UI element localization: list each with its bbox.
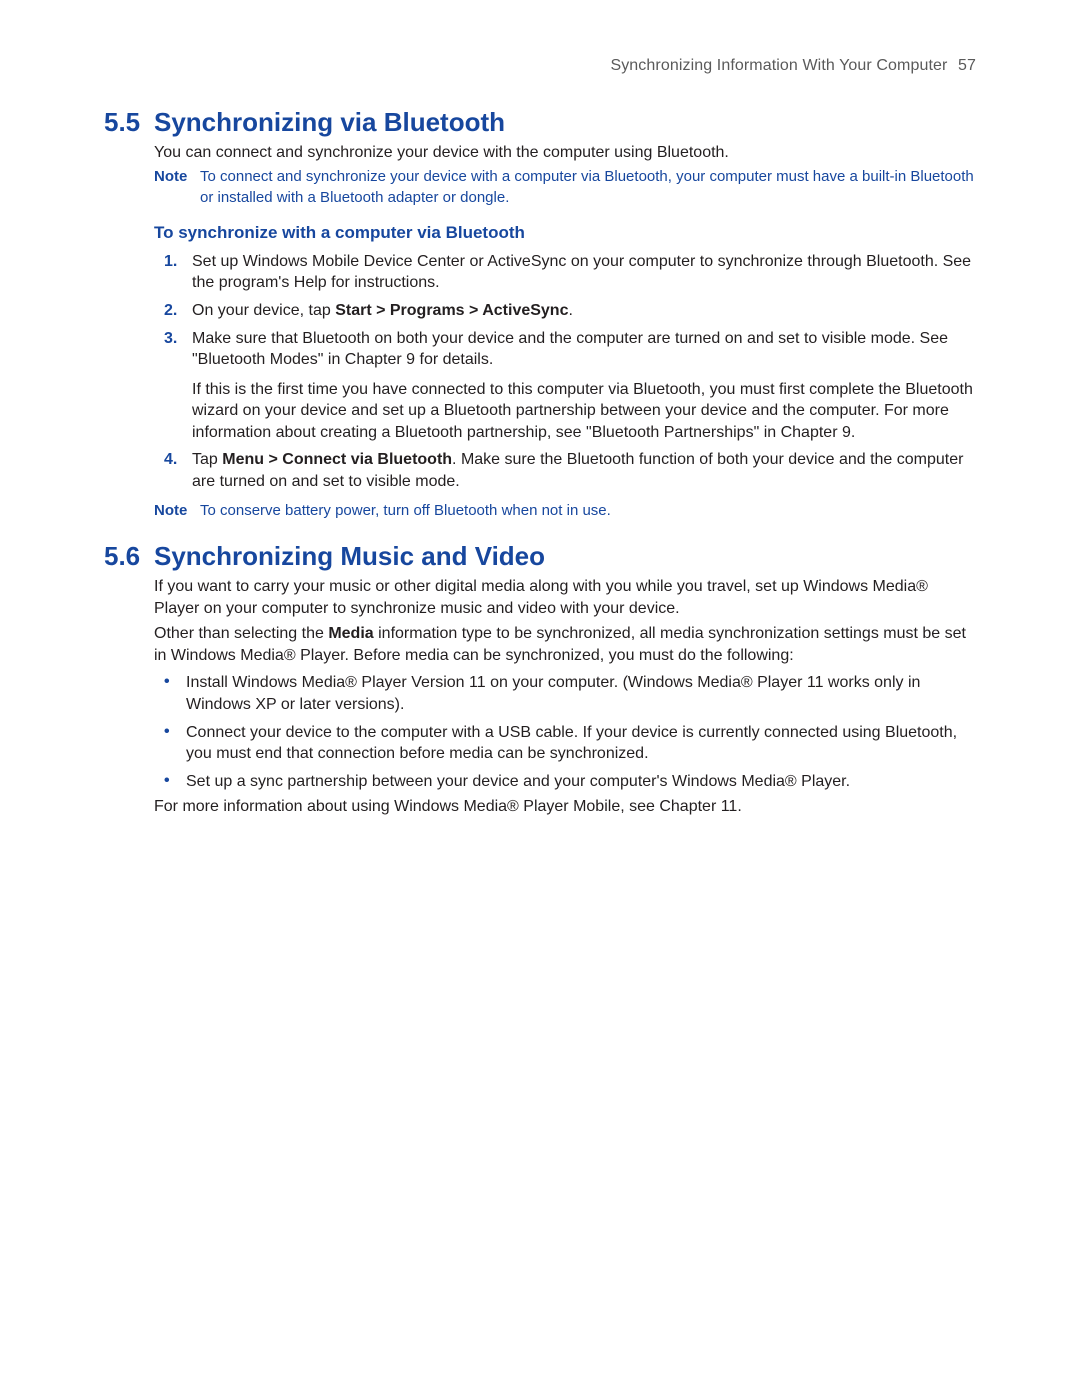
section-5-5: 5.5 Synchronizing via Bluetooth You can … — [104, 105, 976, 521]
bullet-text: Connect your device to the computer with… — [186, 722, 976, 765]
section-heading: 5.6 Synchronizing Music and Video — [104, 539, 976, 574]
bullet-icon: • — [154, 722, 186, 741]
note-label: Note — [154, 501, 200, 521]
step-number: 4. — [154, 449, 192, 471]
section-number: 5.5 — [104, 105, 154, 140]
step-3: 3. Make sure that Bluetooth on both your… — [154, 328, 976, 444]
step-text-post: . — [568, 302, 572, 319]
step-text-bold: Menu > Connect via Bluetooth — [222, 451, 452, 468]
page-number: 57 — [958, 57, 976, 74]
step-2: 2. On your device, tap Start > Programs … — [154, 300, 976, 322]
section-heading: 5.5 Synchronizing via Bluetooth — [104, 105, 976, 140]
note-block: Note To conserve battery power, turn off… — [154, 501, 976, 521]
step-text-bold: Start > Programs > ActiveSync — [335, 302, 568, 319]
step-text: Set up Windows Mobile Device Center or A… — [192, 251, 976, 294]
step-text-pre: On your device, tap — [192, 302, 335, 319]
section-body: You can connect and synchronize your dev… — [154, 142, 976, 521]
step-1: 1. Set up Windows Mobile Device Center o… — [154, 251, 976, 294]
step-number: 2. — [154, 300, 192, 322]
paragraph: Other than selecting the Media informati… — [154, 623, 976, 666]
note-label: Note — [154, 167, 200, 187]
intro-paragraph: You can connect and synchronize your dev… — [154, 142, 976, 164]
bullet-item: • Install Windows Media® Player Version … — [154, 672, 976, 715]
running-header: Synchronizing Information With Your Comp… — [104, 55, 976, 77]
section-title: Synchronizing Music and Video — [154, 539, 545, 574]
section-5-6: 5.6 Synchronizing Music and Video If you… — [104, 539, 976, 818]
bullet-icon: • — [154, 771, 186, 790]
paragraph-pre: Other than selecting the — [154, 625, 328, 642]
step-text-pre: Tap — [192, 451, 222, 468]
step-continuation: If this is the first time you have conne… — [192, 379, 976, 444]
bullet-text: Install Windows Media® Player Version 11… — [186, 672, 976, 715]
note-text: To connect and synchronize your device w… — [200, 167, 976, 208]
document-page: Synchronizing Information With Your Comp… — [0, 0, 1080, 1397]
step-text: Make sure that Bluetooth on both your de… — [192, 328, 976, 444]
bullet-text: Set up a sync partnership between your d… — [186, 771, 976, 793]
procedure-steps: 1. Set up Windows Mobile Device Center o… — [154, 251, 976, 493]
note-text: To conserve battery power, turn off Blue… — [200, 501, 976, 521]
bullet-list: • Install Windows Media® Player Version … — [154, 672, 976, 792]
paragraph: If you want to carry your music or other… — [154, 576, 976, 619]
step-text-main: Make sure that Bluetooth on both your de… — [192, 330, 948, 369]
section-title: Synchronizing via Bluetooth — [154, 105, 505, 140]
step-number: 3. — [154, 328, 192, 350]
section-number: 5.6 — [104, 539, 154, 574]
bullet-item: • Connect your device to the computer wi… — [154, 722, 976, 765]
step-number: 1. — [154, 251, 192, 273]
step-4: 4. Tap Menu > Connect via Bluetooth. Mak… — [154, 449, 976, 492]
step-text: Tap Menu > Connect via Bluetooth. Make s… — [192, 449, 976, 492]
bullet-item: • Set up a sync partnership between your… — [154, 771, 976, 793]
procedure-subhead: To synchronize with a computer via Bluet… — [154, 222, 976, 245]
section-body: If you want to carry your music or other… — [154, 576, 976, 818]
note-block: Note To connect and synchronize your dev… — [154, 167, 976, 208]
paragraph-bold: Media — [328, 625, 373, 642]
paragraph: For more information about using Windows… — [154, 796, 976, 818]
step-text: On your device, tap Start > Programs > A… — [192, 300, 976, 322]
bullet-icon: • — [154, 672, 186, 691]
chapter-title: Synchronizing Information With Your Comp… — [610, 57, 947, 74]
